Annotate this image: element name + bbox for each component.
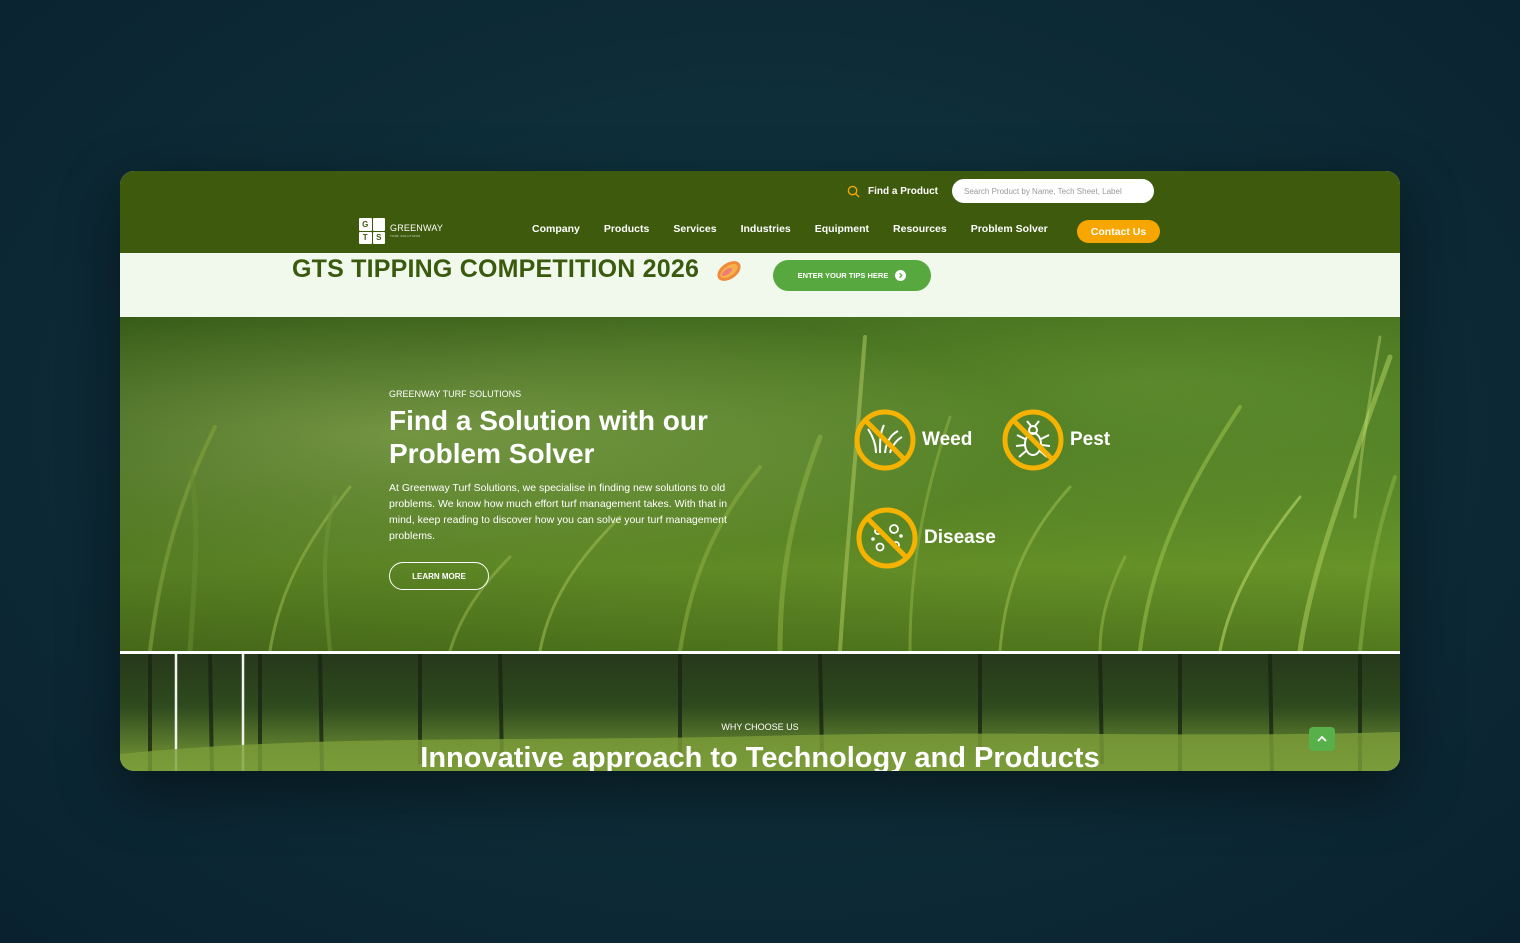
find-product-label: Find a Product: [868, 185, 938, 197]
browser-window: Find a Product G T S GREENWAY TURF SOLUT…: [120, 171, 1400, 771]
nav-item-products[interactable]: Products: [604, 223, 650, 235]
nav-item-problem-solver[interactable]: Problem Solver: [971, 223, 1048, 235]
nav-item-resources[interactable]: Resources: [893, 223, 947, 235]
competition-title: GTS TIPPING COMPETITION 2026: [292, 255, 700, 283]
scroll-to-top-button[interactable]: [1309, 727, 1335, 751]
why-eyebrow: WHY CHOOSE US: [721, 722, 799, 732]
site-header: Find a Product G T S GREENWAY TURF SOLUT…: [120, 171, 1400, 253]
hero-title: Find a Solution with our Problem Solver: [389, 405, 708, 469]
product-search-input[interactable]: [952, 179, 1154, 203]
nav-item-company[interactable]: Company: [532, 223, 580, 235]
hero-section: GREENWAY TURF SOLUTIONS Find a Solution …: [120, 317, 1400, 651]
nav-item-services[interactable]: Services: [673, 223, 716, 235]
football-icon: [717, 261, 741, 281]
arrow-right-icon: [895, 270, 907, 281]
pest-icon: [1002, 409, 1064, 471]
product-search-bar: Find a Product: [847, 178, 1154, 204]
disease-solver-link[interactable]: Disease: [856, 507, 996, 569]
search-icon[interactable]: [847, 185, 860, 198]
competition-banner: GTS TIPPING COMPETITION 2026 ENTER YOUR …: [120, 253, 1400, 317]
chevron-up-icon: [1317, 735, 1327, 742]
disease-label: Disease: [924, 527, 996, 548]
logo-mark: G T S: [359, 218, 385, 244]
main-nav: Company Products Services Industries Equ…: [532, 223, 1072, 235]
logo-subtitle: TURF SOLUTIONS: [390, 234, 421, 238]
disease-icon: [856, 507, 918, 569]
hero-description: At Greenway Turf Solutions, we specialis…: [389, 482, 728, 542]
nav-item-industries[interactable]: Industries: [741, 223, 791, 235]
site-logo[interactable]: G T S GREENWAY TURF SOLUTIONS: [359, 218, 443, 244]
hero-eyebrow: GREENWAY TURF SOLUTIONS: [389, 389, 522, 399]
enter-tips-label: ENTER YOUR TIPS HERE: [797, 271, 889, 280]
weed-label: Weed: [922, 429, 973, 450]
logo-letter: T: [359, 231, 372, 244]
logo-letter: G: [359, 218, 372, 231]
why-choose-us-section: WHY CHOOSE US Innovative approach to Tec…: [120, 651, 1400, 771]
enter-tips-button[interactable]: ENTER YOUR TIPS HERE: [773, 260, 931, 291]
logo-name: GREENWAY: [390, 223, 444, 233]
logo-letter: S: [372, 231, 385, 244]
pest-label: Pest: [1070, 429, 1111, 450]
contact-us-button[interactable]: Contact Us: [1077, 220, 1160, 243]
weed-solver-link[interactable]: Weed: [854, 409, 972, 471]
why-title: Innovative approach to Technology and Pr…: [420, 742, 1100, 771]
weed-icon: [854, 409, 916, 471]
nav-item-equipment[interactable]: Equipment: [815, 223, 869, 235]
logo-letter: [372, 218, 385, 231]
learn-more-button[interactable]: LEARN MORE: [389, 562, 489, 590]
pest-solver-link[interactable]: Pest: [1002, 409, 1110, 471]
